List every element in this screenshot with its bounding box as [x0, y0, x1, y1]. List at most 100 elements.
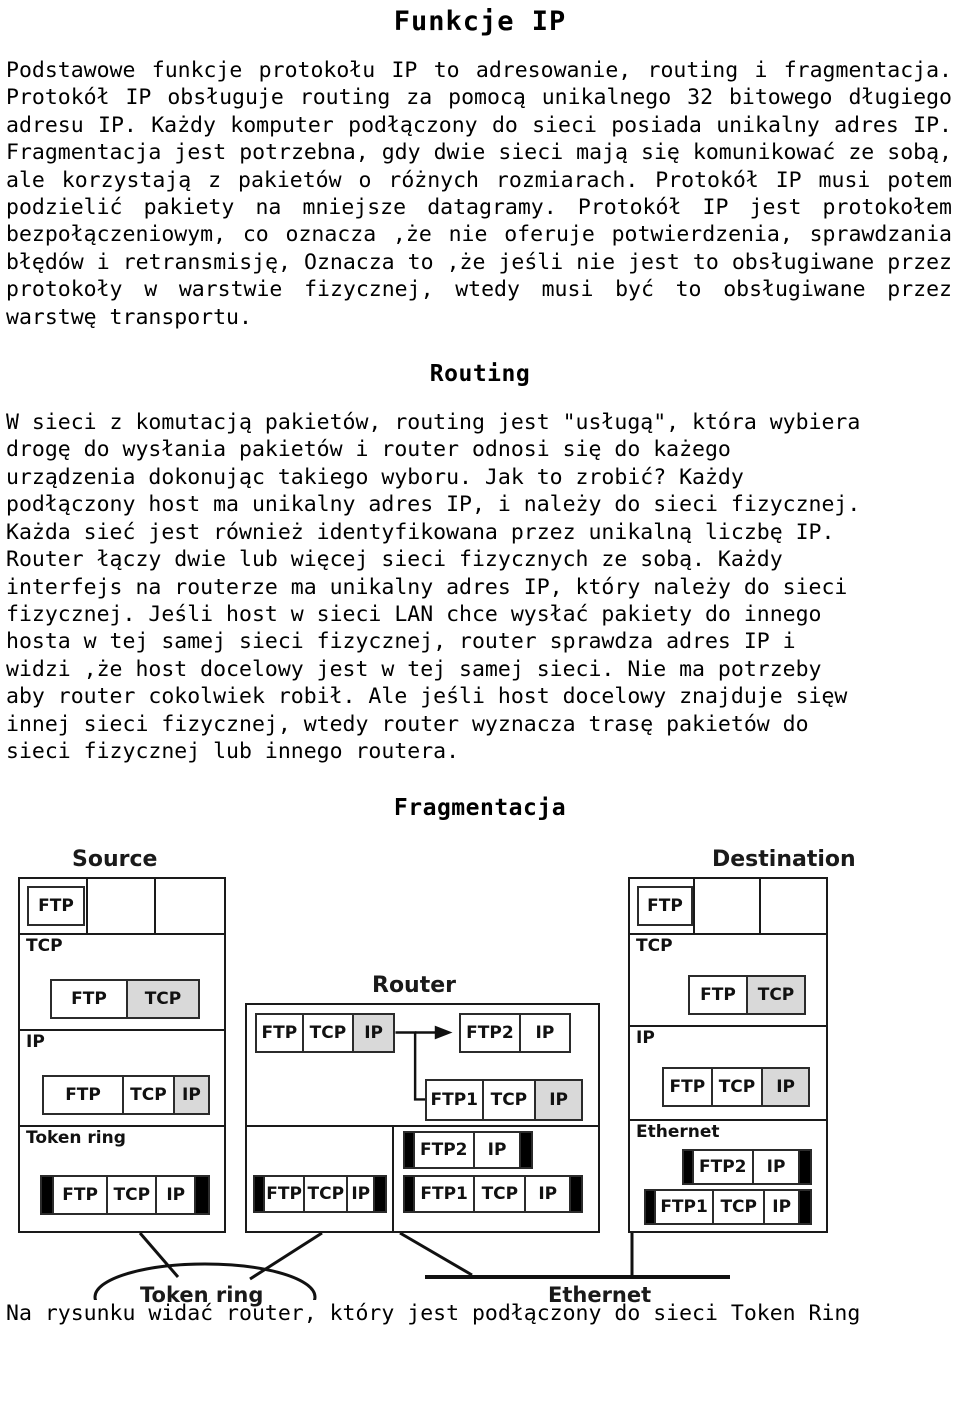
packet-delimiter	[800, 1191, 810, 1224]
packet-delimiter	[405, 1177, 415, 1212]
packet-cell: FTP2	[693, 1151, 754, 1184]
router-ethernet-packet-a: FTP2 IP	[403, 1131, 533, 1170]
source-label: Source	[72, 847, 158, 873]
source-link-layer-name: Token ring	[26, 1128, 126, 1149]
packet-cell: TCP	[305, 1177, 349, 1212]
packet-cell: TCP	[714, 1191, 766, 1224]
source-tcp-layer: TCP FTP TCP	[20, 935, 224, 1032]
routing-paragraph: W sieci z komutacją pakietów, routing je…	[6, 410, 861, 764]
source-ip-packet: FTP TCP IP	[42, 1075, 210, 1116]
packet-delimiter	[375, 1177, 386, 1212]
intro-paragraph: Podstawowe funkcje protokołu IP to adres…	[6, 58, 952, 330]
packet-cell: TCP	[124, 1077, 175, 1114]
packet-cell: FTP	[29, 888, 83, 925]
packet-cell: FTP	[44, 1077, 125, 1114]
packet-cell: FTP	[639, 888, 691, 925]
destination-ethernet-packet-b: FTP1 TCP IP	[644, 1189, 812, 1226]
packet-cell: TCP	[127, 981, 198, 1018]
packet-cell: IP	[765, 1191, 801, 1224]
destination-host-box: FTP TCP FTP TCP IP FTP TCP IP Ethernet F…	[628, 877, 828, 1234]
packet-cell: IP	[520, 1015, 569, 1052]
packet-delimiter	[196, 1177, 208, 1214]
source-link-packet: FTP TCP IP	[40, 1175, 210, 1216]
packet-cell: IP	[474, 1133, 522, 1168]
destination-app-packet: FTP	[637, 886, 693, 927]
fragmentation-diagram: Source FTP TCP FTP TCP IP FTP TCP IP Tok…	[0, 845, 960, 1307]
packet-delimiter	[405, 1133, 415, 1168]
destination-tcp-layer: TCP FTP TCP	[630, 935, 826, 1028]
destination-label: Destination	[712, 847, 856, 873]
routing-heading: Routing	[429, 361, 531, 388]
source-ip-layer: IP FTP TCP IP	[20, 1031, 224, 1128]
packet-cell: TCP	[475, 1177, 527, 1212]
packet-cell: TCP	[108, 1177, 158, 1214]
destination-link-layer-name: Ethernet	[636, 1122, 720, 1143]
source-app-empty-cell	[88, 879, 156, 934]
router-upper-layer: FTP TCP IP FTP2 IP FTP1 TCP IP	[247, 1005, 598, 1128]
packet-cell: FTP2	[461, 1015, 521, 1052]
destination-app-empty-cell	[761, 879, 826, 933]
document-page: Funkcje IP Podstawowe funkcje protokołu …	[0, 6, 960, 1406]
router-token-ring-packet: FTP TCP IP	[253, 1175, 387, 1214]
packet-delimiter	[255, 1177, 265, 1212]
fragmentation-heading: Fragmentacja	[393, 795, 567, 822]
packet-cell: IP	[753, 1151, 801, 1184]
destination-ip-layer: IP FTP TCP IP	[630, 1027, 826, 1122]
packet-cell: TCP	[712, 1069, 764, 1106]
destination-tcp-layer-name: TCP	[636, 936, 673, 957]
packet-delimiter	[646, 1191, 656, 1224]
destination-link-layer: Ethernet FTP2 IP FTP1 TCP IP	[630, 1121, 826, 1231]
packet-cell: IP	[348, 1177, 376, 1212]
router-fragment-packet-b: FTP1 TCP IP	[425, 1079, 583, 1122]
source-app-empty-cell	[156, 879, 224, 933]
token-ring-network-label: Token ring	[140, 1283, 264, 1308]
router-label: Router	[372, 973, 457, 999]
source-tcp-layer-name: TCP	[26, 936, 63, 957]
destination-ip-packet: FTP TCP IP	[662, 1067, 810, 1108]
packet-delimiter	[684, 1151, 694, 1184]
source-tcp-packet: FTP TCP	[50, 979, 200, 1020]
packet-cell: IP	[157, 1177, 197, 1214]
packet-delimiter	[571, 1177, 582, 1212]
router-box: FTP TCP IP FTP2 IP FTP1 TCP IP FTP TCP I…	[245, 1003, 600, 1234]
router-lower-layer: FTP TCP IP FTP2 IP FTP1 TCP IP	[247, 1127, 598, 1232]
packet-delimiter	[800, 1151, 810, 1184]
packet-cell: IP	[526, 1177, 572, 1212]
destination-ip-layer-name: IP	[636, 1028, 655, 1049]
packet-cell: FTP	[690, 977, 748, 1014]
source-app-packet: FTP	[27, 886, 85, 927]
destination-app-empty-cell	[695, 879, 761, 934]
packet-delimiter	[42, 1177, 54, 1214]
packet-cell: IP	[536, 1081, 582, 1120]
packet-cell: FTP1	[655, 1191, 715, 1224]
packet-cell: FTP1	[427, 1081, 484, 1120]
packet-cell: TCP	[748, 977, 804, 1014]
router-interface-divider	[392, 1127, 394, 1232]
packet-cell: FTP	[53, 1177, 109, 1214]
source-ip-layer-name: IP	[26, 1032, 45, 1053]
router-ethernet-packet-b: FTP1 TCP IP	[403, 1175, 583, 1214]
packet-cell: IP	[763, 1069, 808, 1106]
packet-cell: IP	[174, 1077, 208, 1114]
destination-tcp-packet: FTP TCP	[688, 975, 806, 1016]
packet-cell: FTP2	[414, 1133, 475, 1168]
packet-cell: FTP	[52, 981, 128, 1018]
source-host-box: FTP TCP FTP TCP IP FTP TCP IP Token ring…	[18, 877, 226, 1234]
ethernet-network-label: Ethernet	[548, 1283, 652, 1308]
packet-delimiter	[521, 1133, 531, 1168]
router-fragment-packet-a: FTP2 IP	[459, 1013, 571, 1054]
destination-ethernet-packet-a: FTP2 IP	[682, 1149, 812, 1186]
destination-application-layer: FTP	[630, 879, 826, 936]
packet-cell: FTP	[264, 1177, 306, 1212]
source-application-layer: FTP	[20, 879, 224, 936]
packet-cell: TCP	[483, 1081, 537, 1120]
packet-cell: FTP1	[414, 1177, 476, 1212]
packet-cell: FTP	[664, 1069, 713, 1106]
page-title: Funkcje IP	[393, 6, 567, 37]
source-link-layer: Token ring FTP TCP IP	[20, 1127, 224, 1231]
